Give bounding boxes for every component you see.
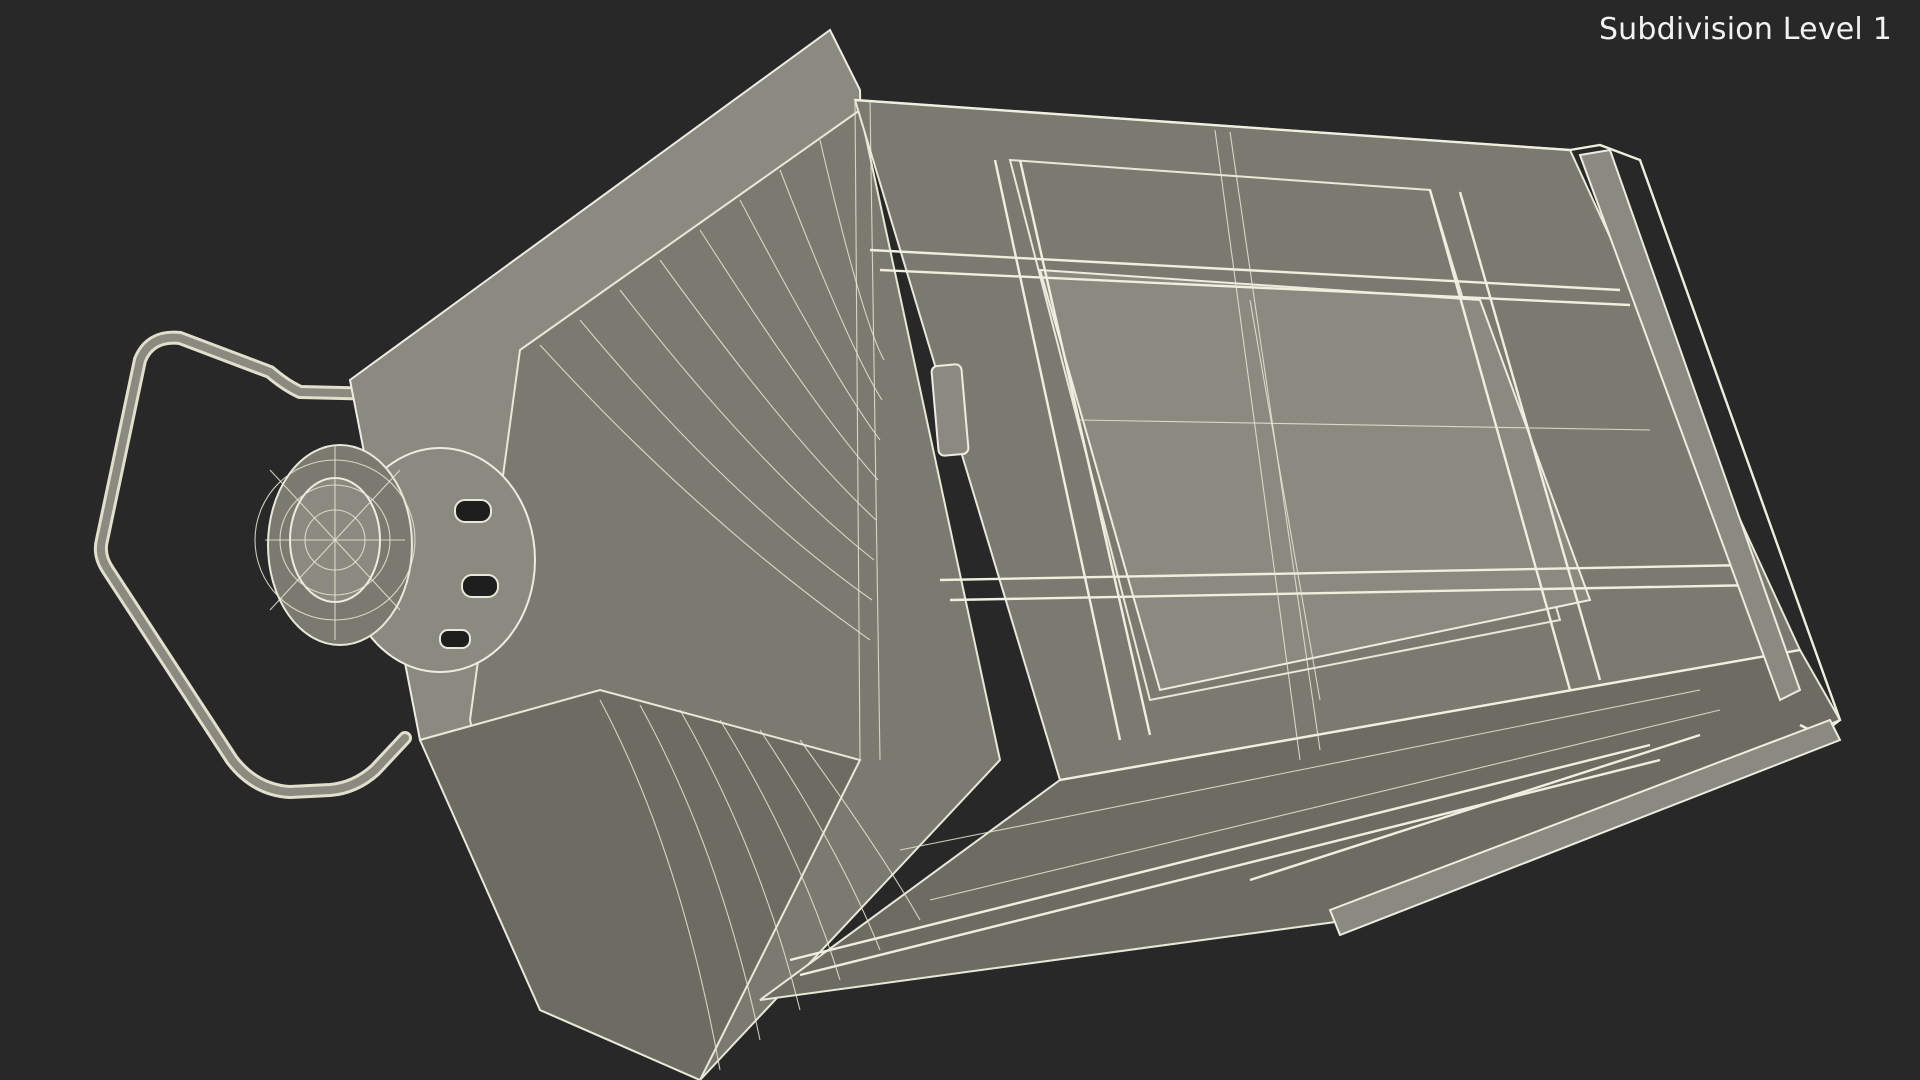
lantern-chimney [267,444,536,673]
vent-hole [439,629,471,649]
vent-hole [454,499,492,523]
lantern-wireframe-model [93,28,1842,1080]
vent-hole [461,574,499,598]
latch [930,363,970,457]
render-viewport: Subdivision Level 1 [0,0,1920,1080]
